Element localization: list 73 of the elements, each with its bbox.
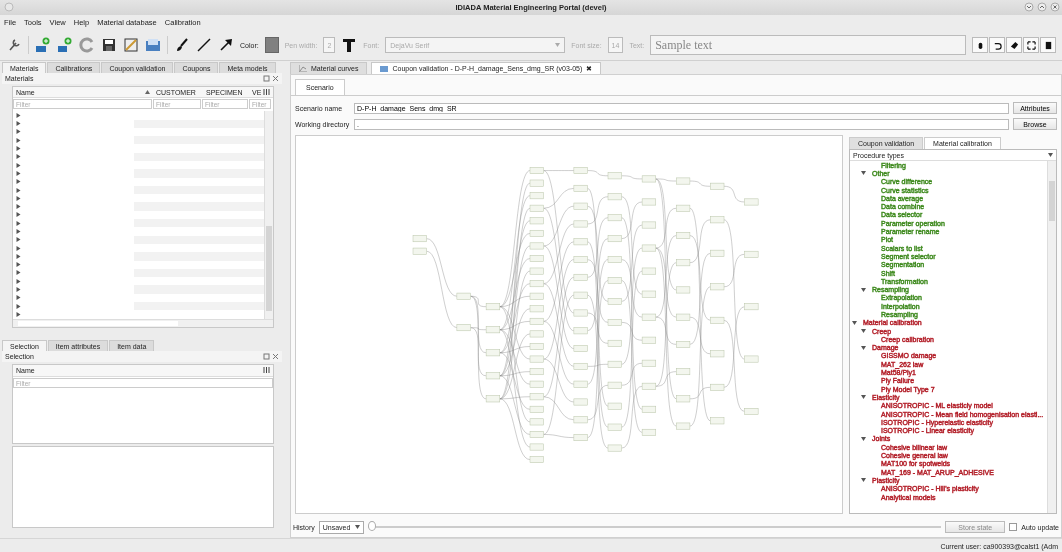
panel-icon[interactable] (1040, 37, 1056, 53)
arrow-icon[interactable] (218, 37, 234, 53)
expand-arrow-icon[interactable] (16, 154, 21, 160)
expand-arrow-icon[interactable] (16, 187, 21, 193)
expand-arrow-icon[interactable] (861, 478, 866, 483)
connector-line (723, 186, 745, 203)
expand-arrow-icon[interactable] (16, 212, 21, 218)
dock-buttons-icon[interactable] (263, 75, 279, 82)
document-icon (380, 65, 389, 72)
dock-buttons-icon[interactable] (263, 353, 279, 360)
connector-line (587, 170, 609, 176)
expand-arrow-icon[interactable] (16, 253, 21, 259)
expand-arrow-icon[interactable] (861, 329, 866, 334)
expand-arrow-icon[interactable] (16, 204, 21, 210)
expand-arrow-icon[interactable] (16, 179, 21, 185)
undo-icon[interactable] (989, 37, 1005, 53)
expand-arrow-icon[interactable] (16, 146, 21, 152)
expand-arrow-icon[interactable] (861, 287, 866, 292)
checkbox[interactable] (1009, 523, 1018, 531)
add-material-curve-icon[interactable] (35, 37, 51, 53)
expand-arrow-icon[interactable] (16, 311, 21, 317)
column-chooser-icon[interactable] (262, 87, 271, 97)
expand-arrow-icon[interactable] (16, 278, 21, 284)
sort-icon (145, 90, 150, 95)
expand-arrow-icon[interactable] (16, 287, 21, 293)
hand-icon[interactable] (972, 37, 988, 53)
chart-icon (299, 65, 307, 72)
caret-icon (355, 525, 361, 529)
expand-arrow-icon[interactable] (16, 229, 21, 234)
expand-arrow-icon[interactable] (16, 112, 21, 118)
add-coupon-validation-icon[interactable] (57, 37, 73, 53)
expand-arrow-icon[interactable] (16, 137, 21, 143)
text-tool-icon[interactable] (341, 37, 358, 53)
caret-icon (555, 43, 561, 47)
expand-arrow-icon[interactable] (861, 436, 866, 441)
expand-arrow-icon[interactable] (861, 395, 866, 400)
fullscreen-icon[interactable] (1023, 37, 1039, 53)
eraser-icon[interactable] (1006, 37, 1022, 53)
expand-arrow-icon[interactable] (16, 195, 21, 201)
caret-icon (1048, 153, 1053, 157)
column-chooser-icon[interactable] (262, 366, 271, 375)
expand-arrow-icon[interactable] (16, 245, 21, 251)
expand-arrow-icon[interactable] (16, 295, 21, 301)
expand-arrow-icon[interactable] (16, 129, 21, 135)
close-icon[interactable] (1050, 2, 1060, 12)
connector-line (426, 238, 458, 297)
workflow-nodes[interactable] (412, 167, 759, 463)
document-icon[interactable] (145, 37, 161, 53)
maximize-icon[interactable] (1037, 2, 1047, 12)
scrollbar[interactable] (1047, 161, 1056, 513)
scrollbar[interactable] (264, 111, 273, 319)
expand-arrow-icon[interactable] (16, 270, 21, 276)
expand-arrow-icon[interactable] (861, 345, 866, 350)
expand-arrow-icon[interactable] (16, 162, 21, 168)
expand-arrow-icon[interactable] (16, 262, 21, 268)
edit-chart-icon[interactable] (123, 37, 139, 53)
brush-icon[interactable] (174, 37, 190, 53)
expand-arrow-icon[interactable] (861, 171, 866, 176)
save-icon[interactable] (101, 37, 117, 53)
expand-arrow-icon[interactable] (16, 237, 21, 243)
expand-arrow-icon[interactable] (16, 303, 21, 309)
connector-line (621, 175, 643, 180)
color-swatch[interactable] (264, 37, 279, 53)
expand-arrow-icon[interactable] (16, 170, 21, 176)
connector-line (689, 180, 711, 187)
expand-arrow-icon[interactable] (16, 220, 21, 226)
minimize-icon[interactable] (1024, 2, 1034, 12)
expand-arrow-icon[interactable] (16, 121, 21, 127)
scrollbar[interactable] (13, 318, 273, 327)
wrench-icon[interactable] (6, 37, 22, 53)
line-icon[interactable] (196, 37, 212, 53)
slider-handle[interactable] (368, 521, 377, 531)
expand-arrow-icon[interactable] (852, 320, 857, 325)
